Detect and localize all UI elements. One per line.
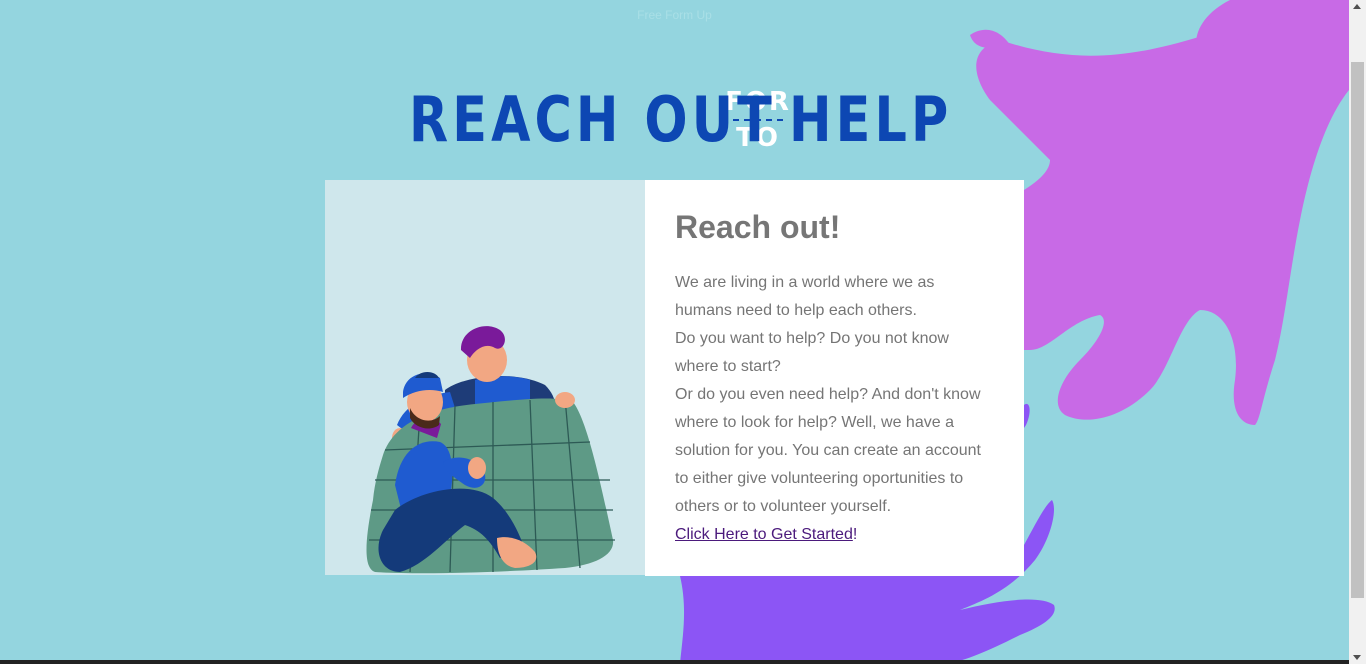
reach-out-banner: REACH OUT FOR TO HELP (409, 83, 953, 156)
two-people-blanket-illustration (366, 326, 615, 574)
top-notice-text: Free Form Up (637, 8, 712, 22)
get-started-suffix: ! (852, 526, 858, 543)
scroll-up-arrow-icon[interactable] (1353, 4, 1361, 9)
bottom-edge-bar (0, 660, 1349, 664)
get-started-line: Click Here to Get Started! (675, 521, 993, 549)
card-paragraph: Or do you even need help? And don't know… (675, 386, 981, 515)
card-description: We are living in a world where we as hum… (675, 269, 993, 549)
card-illustration (325, 180, 645, 575)
page: Free Form Up REACH OUT FOR TO HELP Reach… (0, 0, 1349, 664)
scrollbar-thumb[interactable] (1351, 62, 1364, 598)
vertical-scrollbar[interactable] (1349, 0, 1366, 664)
banner-word-reach-out: REACH OUT (409, 83, 776, 156)
banner-word-help: HELP (789, 83, 953, 156)
purple-hand-shape (1024, 403, 1030, 428)
scroll-down-arrow-icon[interactable] (1353, 655, 1361, 660)
card-heading: Reach out! (675, 209, 841, 245)
pink-hand-shape (976, 0, 1349, 425)
pink-wrist-shape (970, 29, 1010, 48)
card-paragraph: We are living in a world where we as hum… (675, 274, 935, 319)
get-started-link[interactable]: Click Here to Get Started (675, 526, 853, 543)
card-paragraph: Do you want to help? Do you not know whe… (675, 330, 949, 375)
reach-out-card: Reach out! We are living in a world wher… (645, 180, 1024, 576)
